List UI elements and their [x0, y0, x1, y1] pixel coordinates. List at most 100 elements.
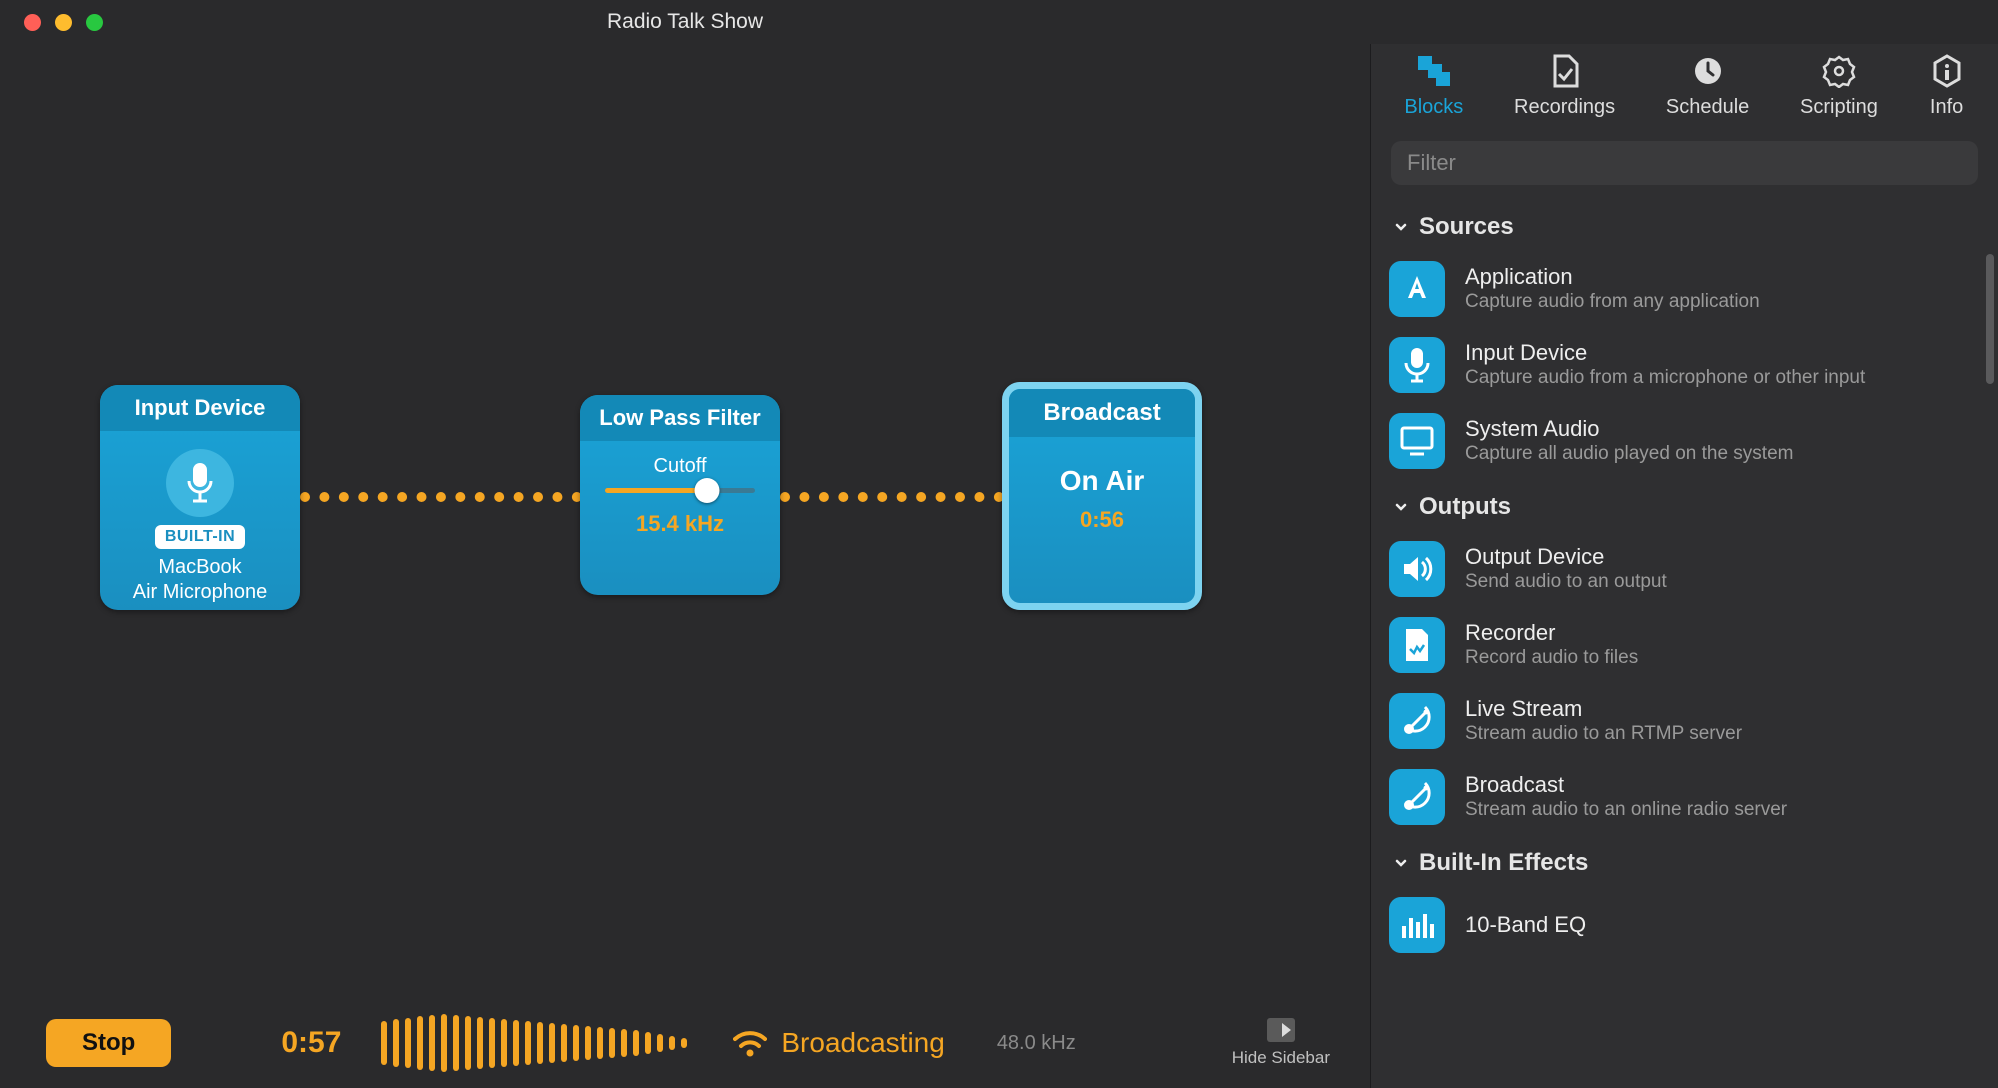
on-air-time: 0:56 [1019, 507, 1185, 533]
waveform-bar [549, 1023, 555, 1063]
pipeline-canvas[interactable]: Input Device BUILT-IN MacBookAir Microph… [0, 44, 1370, 998]
block-item-title: System Audio [1465, 416, 1793, 442]
node-low-pass-filter[interactable]: Low Pass Filter Cutoff 15.4 kHz [580, 395, 780, 595]
slider-thumb[interactable] [695, 478, 720, 503]
waveform-bar [681, 1038, 687, 1048]
block-item-subtitle: Stream audio to an online radio server [1465, 798, 1787, 822]
transport-bar: Stop 0:57 Broadcasting 48.0 kHz Hide Sid… [0, 998, 1370, 1088]
hide-sidebar-button[interactable]: Hide Sidebar [1232, 1018, 1330, 1068]
waveform-bar [477, 1017, 483, 1069]
broadcast-status: Broadcasting [733, 1027, 944, 1059]
section-title: Outputs [1419, 493, 1511, 521]
app-icon [1389, 261, 1445, 317]
waveform-bar [417, 1016, 423, 1070]
sidebar-tab-label: Schedule [1666, 96, 1749, 119]
stop-button[interactable]: Stop [46, 1019, 171, 1067]
clock-icon [1690, 54, 1726, 88]
hide-sidebar-label: Hide Sidebar [1232, 1048, 1330, 1068]
node-broadcast[interactable]: Broadcast On Air 0:56 [1002, 382, 1202, 610]
sidebar-filter-input[interactable] [1391, 141, 1978, 185]
dish-icon [1389, 769, 1445, 825]
section-title: Sources [1419, 213, 1514, 241]
block-item-title: Output Device [1465, 544, 1667, 570]
sidebar-section-header[interactable]: Sources [1383, 199, 1986, 251]
sidebar-block-item[interactable]: RecorderRecord audio to files [1383, 607, 1986, 683]
block-item-subtitle: Send audio to an output [1465, 570, 1667, 594]
file-icon [1389, 617, 1445, 673]
sidebar-block-item[interactable]: BroadcastStream audio to an online radio… [1383, 759, 1986, 835]
titlebar: Radio Talk Show [0, 0, 1998, 44]
sidebar-tab-schedule[interactable]: Schedule [1666, 54, 1749, 119]
sidebar-section-header[interactable]: Outputs [1383, 479, 1986, 531]
waveform-bar [381, 1021, 387, 1065]
waveform-bar [621, 1029, 627, 1057]
scrollbar-thumb[interactable] [1986, 254, 1994, 384]
sidebar-section-header[interactable]: Built-In Effects [1383, 835, 1986, 887]
cutoff-value: 15.4 kHz [590, 511, 770, 537]
waveform-bar [393, 1019, 399, 1067]
eq-icon [1389, 897, 1445, 953]
node-input-device[interactable]: Input Device BUILT-IN MacBookAir Microph… [100, 385, 300, 610]
block-item-subtitle: Capture audio from any application [1465, 290, 1760, 314]
waveform-bar [465, 1016, 471, 1070]
waveform-meter [381, 1013, 687, 1073]
block-item-title: Live Stream [1465, 696, 1742, 722]
section-title: Built-In Effects [1419, 849, 1588, 877]
waveform-bar [561, 1024, 567, 1062]
broadcast-status-label: Broadcasting [781, 1027, 944, 1059]
block-item-title: Input Device [1465, 340, 1865, 366]
sidebar-toggle-icon [1267, 1018, 1295, 1042]
sidebar-tab-label: Info [1930, 96, 1963, 119]
block-item-title: Application [1465, 264, 1760, 290]
waveform-bar [585, 1026, 591, 1060]
waveform-bar [597, 1027, 603, 1059]
node-header: Input Device [100, 385, 300, 431]
sidebar-block-item[interactable]: Input DeviceCapture audio from a microph… [1383, 327, 1986, 403]
builtin-badge: BUILT-IN [155, 525, 245, 549]
waveform-bar [633, 1030, 639, 1056]
blocks-icon [1416, 54, 1452, 88]
waveform-bar [573, 1025, 579, 1061]
sidebar-tab-scripting[interactable]: Scripting [1800, 54, 1878, 119]
block-item-subtitle: Capture audio from a microphone or other… [1465, 366, 1865, 390]
microphone-icon [166, 449, 234, 517]
on-air-status: On Air [1019, 465, 1185, 497]
waveform-bar [441, 1014, 447, 1072]
sidebar-tab-blocks[interactable]: Blocks [1404, 54, 1463, 119]
block-item-title: Broadcast [1465, 772, 1787, 798]
waveform-bar [525, 1021, 531, 1065]
waveform-bar [453, 1015, 459, 1071]
input-device-name: MacBookAir Microphone [110, 555, 290, 605]
block-item-subtitle: Capture all audio played on the system [1465, 442, 1793, 466]
waveform-bar [489, 1018, 495, 1068]
sidebar-tab-info[interactable]: Info [1929, 54, 1965, 119]
cutoff-label: Cutoff [590, 455, 770, 478]
cutoff-slider[interactable] [605, 488, 755, 493]
sidebar-block-item[interactable]: Output DeviceSend audio to an output [1383, 531, 1986, 607]
waveform-bar [669, 1036, 675, 1050]
waveform-bar [537, 1022, 543, 1064]
wifi-icon [733, 1029, 767, 1057]
sidebar-block-item[interactable]: Live StreamStream audio to an RTMP serve… [1383, 683, 1986, 759]
block-item-title: 10-Band EQ [1465, 912, 1586, 938]
waveform-bar [405, 1018, 411, 1068]
waveform-bar [501, 1019, 507, 1067]
waveform-bar [513, 1020, 519, 1066]
recordings-icon [1547, 54, 1583, 88]
waveform-bar [609, 1028, 615, 1058]
connector [780, 492, 1004, 502]
speaker-icon [1389, 541, 1445, 597]
window-title: Radio Talk Show [0, 10, 1370, 34]
sidebar-scroll[interactable]: Sources ApplicationCapture audio from any… [1371, 199, 1998, 1080]
dish-icon [1389, 693, 1445, 749]
sidebar-tabs: Blocks Recordings Schedule Scripting Info [1371, 44, 1998, 135]
sidebar-tab-label: Recordings [1514, 96, 1615, 119]
sidebar-block-item[interactable]: 10-Band EQ [1383, 887, 1986, 963]
node-header: Low Pass Filter [580, 395, 780, 441]
node-header: Broadcast [1009, 389, 1195, 437]
sidebar-tab-recordings[interactable]: Recordings [1514, 54, 1615, 119]
block-item-subtitle: Stream audio to an RTMP server [1465, 722, 1742, 746]
sidebar-block-item[interactable]: System AudioCapture all audio played on … [1383, 403, 1986, 479]
info-icon [1929, 54, 1965, 88]
sidebar-block-item[interactable]: ApplicationCapture audio from any applic… [1383, 251, 1986, 327]
